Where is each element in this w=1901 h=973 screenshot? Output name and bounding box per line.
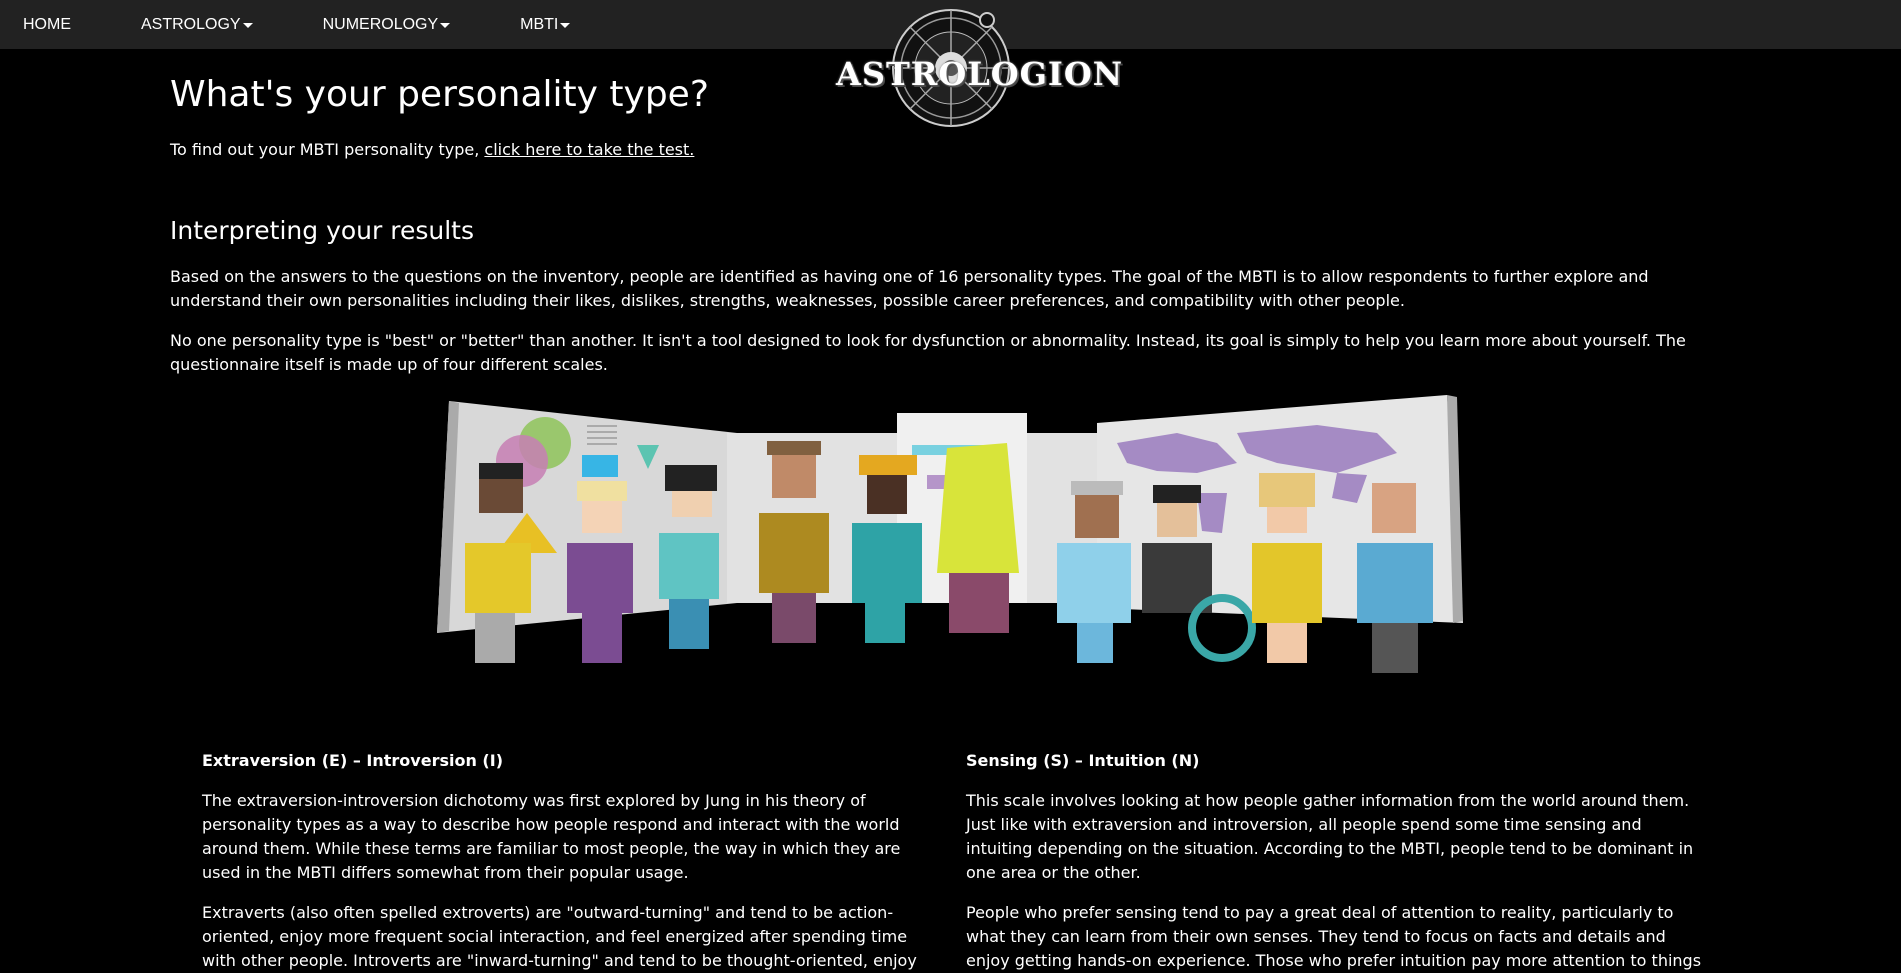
column-sensing: Sensing (S) – Intuition (N) This scale i…: [966, 749, 1706, 973]
nav-home[interactable]: HOME: [0, 0, 94, 49]
nav-mbti-label: MBTI: [520, 15, 559, 33]
nav-home-label: HOME: [23, 15, 71, 33]
nav-mbti[interactable]: MBTI: [497, 0, 593, 49]
section-heading: Interpreting your results: [170, 216, 474, 245]
logo-text: ASTROLOGION: [836, 55, 1124, 93]
intro-line: To find out your MBTI personality type, …: [170, 140, 694, 159]
site-logo[interactable]: ASTROLOGION: [836, 6, 1124, 130]
column-sn-paragraph-1: This scale involves looking at how peopl…: [966, 791, 1694, 882]
caret-down-icon: [440, 23, 451, 28]
nav-astrology[interactable]: ASTROLOGY: [118, 0, 276, 49]
nav-astrology-label: ASTROLOGY: [141, 15, 241, 33]
column-sn-paragraph-2: People who prefer sensing tend to pay a …: [966, 903, 1702, 970]
intro-text: To find out your MBTI personality type,: [170, 140, 485, 159]
paragraph-intro-2: No one personality type is "best" or "be…: [170, 331, 1686, 374]
nav-numerology[interactable]: NUMEROLOGY: [300, 0, 474, 49]
column-ei-paragraph-2: Extraverts (also often spelled extrovert…: [202, 903, 917, 970]
column-heading-sn: Sensing (S) – Intuition (N): [966, 751, 1200, 770]
person-9: [1252, 473, 1322, 663]
nav-numerology-label: NUMEROLOGY: [322, 15, 439, 33]
column-heading-ei: Extraversion (E) – Introversion (I): [202, 751, 503, 770]
person-6: [937, 443, 1019, 633]
people-illustration: [437, 393, 1463, 690]
paragraph-intro-1: Based on the answers to the questions on…: [170, 267, 1649, 310]
column-extraversion: Extraversion (E) – Introversion (I) The …: [202, 749, 942, 973]
caret-down-icon: [560, 23, 571, 28]
caret-down-icon: [242, 23, 253, 28]
page-title: What's your personality type?: [170, 74, 709, 115]
take-test-link[interactable]: click here to take the test.: [484, 140, 694, 159]
column-ei-paragraph-1: The extraversion-introversion dichotomy …: [202, 791, 901, 882]
